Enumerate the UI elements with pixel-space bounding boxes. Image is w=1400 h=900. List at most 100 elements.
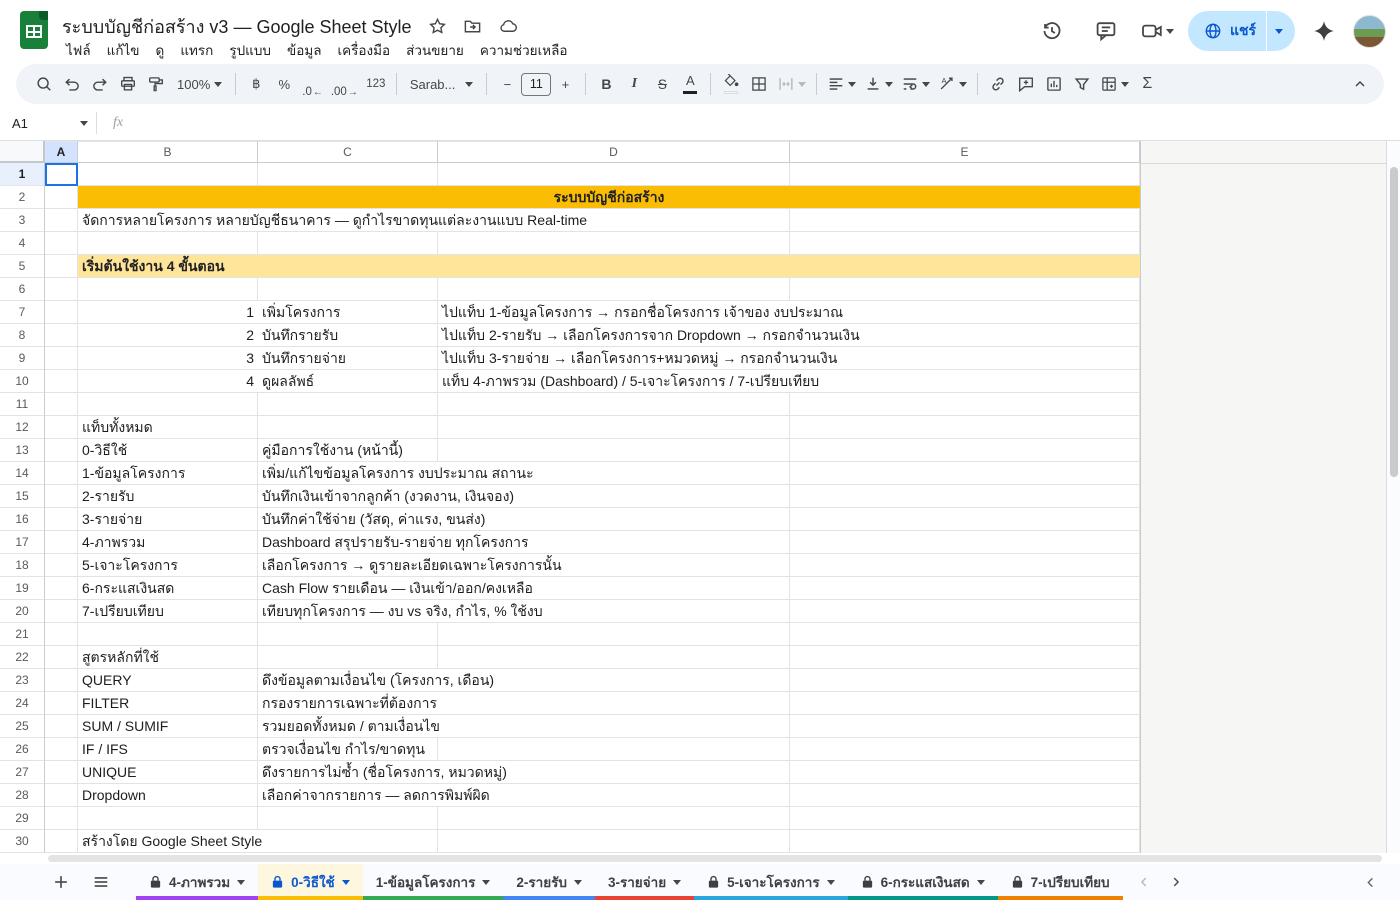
cell-C28[interactable]: เลือกค่าจากรายการ — ลดการพิมพ์ผิด — [258, 784, 494, 806]
version-history-icon[interactable] — [1032, 11, 1072, 51]
create-filter-icon[interactable] — [1069, 70, 1095, 98]
row-header-16[interactable]: 16 — [0, 508, 45, 531]
cell-C25[interactable]: รวมยอดทั้งหมด / ตามเงื่อนไข — [258, 715, 444, 737]
add-sheet-button[interactable] — [44, 865, 78, 899]
zoom-select[interactable]: 100% — [171, 70, 228, 98]
row-header-11[interactable]: 11 — [0, 393, 45, 416]
cell-C27[interactable]: ดึงรายการไม่ซ้ำ (ชื่อโครงการ, หมวดหมู่) — [258, 761, 511, 783]
sheet-tab-6-กระแสเงินสด[interactable]: 6-กระแสเงินสด — [848, 864, 998, 900]
merge-cells-button[interactable] — [774, 70, 809, 98]
row-header-29[interactable]: 29 — [0, 807, 45, 830]
cell-C8[interactable]: บันทึกรายรับ — [258, 324, 342, 346]
row-header-27[interactable]: 27 — [0, 761, 45, 784]
cell-B26[interactable]: IF / IFS — [78, 738, 132, 760]
menu-insert[interactable]: แทรก — [172, 36, 221, 64]
sheet-tab-5-เจาะโครงการ[interactable]: 5-เจาะโครงการ — [694, 864, 848, 900]
sheet-tab-2-รายรับ[interactable]: 2-รายรับ — [503, 864, 595, 900]
row-header-15[interactable]: 15 — [0, 485, 45, 508]
row-header-1[interactable]: 1 — [0, 163, 45, 186]
column-header-D[interactable]: D — [438, 141, 790, 163]
sheet-tab-menu-caret[interactable] — [342, 880, 350, 885]
cell-B28[interactable]: Dropdown — [78, 784, 150, 806]
meet-presentation-button[interactable] — [1140, 19, 1174, 43]
menu-file[interactable]: ไฟล์ — [58, 36, 99, 64]
cell-D7[interactable]: ไปแท็บ 1-ข้อมูลโครงการ → กรอกชื่อโครงการ… — [438, 301, 847, 323]
horizontal-scrollbar[interactable] — [0, 853, 1400, 864]
row-header-22[interactable]: 22 — [0, 646, 45, 669]
bold-button[interactable]: B — [593, 70, 619, 98]
menu-view[interactable]: ดู — [148, 36, 173, 64]
insert-link-icon[interactable] — [985, 70, 1011, 98]
redo-icon[interactable] — [87, 70, 113, 98]
cell-C23[interactable]: ดึงข้อมูลตามเงื่อนไข (โครงการ, เดือน) — [258, 669, 498, 691]
menu-data[interactable]: ข้อมูล — [279, 36, 330, 64]
vertical-align-button[interactable] — [861, 70, 896, 98]
sheet-tab-7-เปรียบเทียบ[interactable]: 7-เปรียบเทียบ — [998, 864, 1123, 900]
insert-comment-icon[interactable] — [1013, 70, 1039, 98]
move-folder-icon[interactable] — [463, 17, 482, 36]
column-header-E[interactable]: E — [790, 141, 1140, 163]
increase-decimal-button[interactable]: .00→ — [328, 70, 361, 98]
menu-help[interactable]: ความช่วยเหลือ — [472, 36, 576, 64]
menu-edit[interactable]: แก้ไข — [99, 36, 148, 64]
cell-C14[interactable]: เพิ่ม/แก้ไขข้อมูลโครงการ งบประมาณ สถานะ — [258, 462, 538, 484]
name-box[interactable]: A1 — [0, 116, 96, 131]
cell-C26[interactable]: ตรวจเงื่อนไข กำไร/ขาดทุน — [258, 738, 429, 760]
sheet-tab-menu-caret[interactable] — [574, 880, 582, 885]
menu-extensions[interactable]: ส่วนขยาย — [398, 36, 472, 64]
cell-B27[interactable]: UNIQUE — [78, 761, 140, 783]
sheet-tab-menu-caret[interactable] — [977, 880, 985, 885]
strikethrough-button[interactable]: S — [649, 70, 675, 98]
row-header-7[interactable]: 7 — [0, 301, 45, 324]
star-icon[interactable] — [428, 17, 447, 36]
cell-C15[interactable]: บันทึกเงินเข้าจากลูกค้า (งวดงาน, เงินจอง… — [258, 485, 518, 507]
format-currency-button[interactable]: ฿ — [243, 70, 269, 98]
cell-D8[interactable]: ไปแท็บ 2-รายรับ → เลือกโครงการจาก Dropdo… — [438, 324, 864, 346]
row-header-28[interactable]: 28 — [0, 784, 45, 807]
functions-button[interactable]: Σ — [1134, 70, 1160, 98]
format-percent-button[interactable]: % — [271, 70, 297, 98]
font-size-input[interactable]: 11 — [521, 73, 551, 96]
text-wrap-button[interactable] — [898, 70, 933, 98]
print-icon[interactable] — [115, 70, 141, 98]
cell-B13[interactable]: 0-วิธีใช้ — [78, 439, 131, 461]
cell-C9[interactable]: บันทึกรายจ่าย — [258, 347, 350, 369]
banner-row-2[interactable]: ระบบบัญชีก่อสร้าง — [78, 186, 1140, 208]
row-header-5[interactable]: 5 — [0, 255, 45, 278]
comment-history-icon[interactable] — [1086, 11, 1126, 51]
row-header-14[interactable]: 14 — [0, 462, 45, 485]
row-header-30[interactable]: 30 — [0, 830, 45, 853]
cell-B17[interactable]: 4-ภาพรวม — [78, 531, 149, 553]
cell-B20[interactable]: 7-เปรียบเทียบ — [78, 600, 168, 622]
vertical-scrollbar[interactable] — [1386, 141, 1400, 853]
row-header-25[interactable]: 25 — [0, 715, 45, 738]
cloud-status-icon[interactable] — [498, 17, 519, 36]
cell-C7[interactable]: เพิ่มโครงการ — [258, 301, 344, 323]
column-header-B[interactable]: B — [78, 141, 258, 163]
sheet-tab-4-ภาพรวม[interactable]: 4-ภาพรวม — [136, 864, 258, 900]
cell-C13[interactable]: คู่มือการใช้งาน (หน้านี้) — [258, 439, 407, 461]
share-dropdown-caret[interactable] — [1267, 11, 1295, 51]
tab-scroll-right-icon[interactable] — [1169, 875, 1183, 889]
cell-B18[interactable]: 5-เจาะโครงการ — [78, 554, 182, 576]
cell-B19[interactable]: 6-กระแสเงินสด — [78, 577, 178, 599]
decrease-font-size-button[interactable]: − — [494, 70, 520, 98]
italic-button[interactable]: I — [621, 70, 647, 98]
hide-menus-chevron-icon[interactable] — [1347, 70, 1373, 98]
sheet-tab-menu-caret[interactable] — [237, 880, 245, 885]
sheet-tab-menu-caret[interactable] — [827, 880, 835, 885]
row-header-20[interactable]: 20 — [0, 600, 45, 623]
cell-C20[interactable]: เทียบทุกโครงการ — งบ vs จริง, กำไร, % ใช… — [258, 600, 547, 622]
row-header-19[interactable]: 19 — [0, 577, 45, 600]
column-header-C[interactable]: C — [258, 141, 438, 163]
row-header-21[interactable]: 21 — [0, 623, 45, 646]
horizontal-align-button[interactable] — [824, 70, 859, 98]
row-header-4[interactable]: 4 — [0, 232, 45, 255]
borders-button[interactable] — [746, 70, 772, 98]
cell-C17[interactable]: Dashboard สรุปรายรับ-รายจ่าย ทุกโครงการ — [258, 531, 533, 553]
meet-dropdown-caret[interactable] — [1166, 29, 1174, 34]
horizontal-scrollbar-thumb[interactable] — [48, 855, 1382, 862]
menu-tools[interactable]: เครื่องมือ — [330, 36, 399, 64]
row-header-23[interactable]: 23 — [0, 669, 45, 692]
cell-B7[interactable]: 1 — [78, 301, 258, 323]
